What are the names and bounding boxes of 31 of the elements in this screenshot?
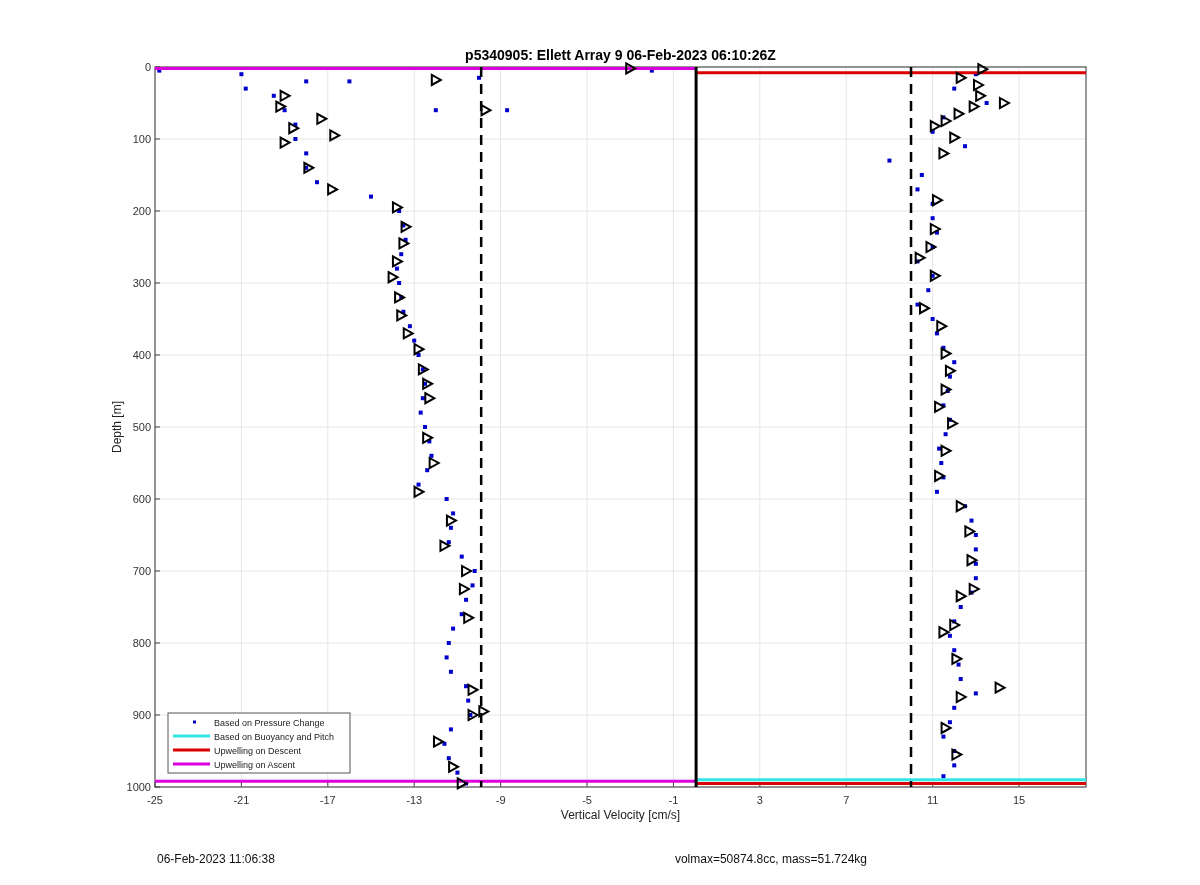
y-tick-label: 300 (132, 277, 151, 289)
legend-label: Upwelling on Descent (214, 745, 302, 756)
x-tick-label: -25 (147, 794, 163, 806)
y-tick-label: 700 (132, 565, 151, 577)
legend-label: Upwelling on Ascent (214, 759, 296, 770)
y-tick-label: 100 (132, 133, 151, 145)
y-axis-label: Depth [m] (110, 401, 124, 453)
y-tick-label: 1000 (126, 781, 151, 793)
y-tick-label: 400 (132, 349, 151, 361)
y-tick-label: 200 (132, 205, 151, 217)
x-axis-label: Vertical Velocity [cm/s] (560, 808, 681, 822)
volmax-mass-text: volmax=50874.8cc, mass=51.724kg (674, 852, 867, 866)
x-tick-label: -17 (319, 794, 336, 806)
y-tick-label: 900 (132, 709, 151, 721)
x-tick-label: -9 (495, 794, 506, 806)
x-tick-label: 11 (926, 794, 939, 806)
timestamp-text: 06-Feb-2023 11:06:38 (157, 852, 275, 866)
legend-label: Based on Buoyancy and Pitch (214, 731, 335, 742)
x-tick-label: 7 (843, 794, 850, 806)
y-tick-label: 500 (132, 421, 151, 433)
y-tick-label: 600 (132, 493, 151, 505)
x-tick-label: -1 (668, 794, 679, 806)
x-tick-label: -5 (582, 794, 592, 806)
y-tick-label: 800 (132, 637, 151, 649)
x-tick-label: 3 (756, 794, 763, 806)
x-tick-label: -13 (406, 794, 423, 806)
chart-title: p5340905: Ellett Array 9 06-Feb-2023 06:10:26Z (465, 47, 776, 63)
legend-label: Based on Pressure Change (214, 717, 325, 728)
y-tick-label: 0 (144, 61, 151, 73)
x-tick-label: 15 (1012, 794, 1026, 806)
x-tick-label: -21 (233, 794, 250, 806)
